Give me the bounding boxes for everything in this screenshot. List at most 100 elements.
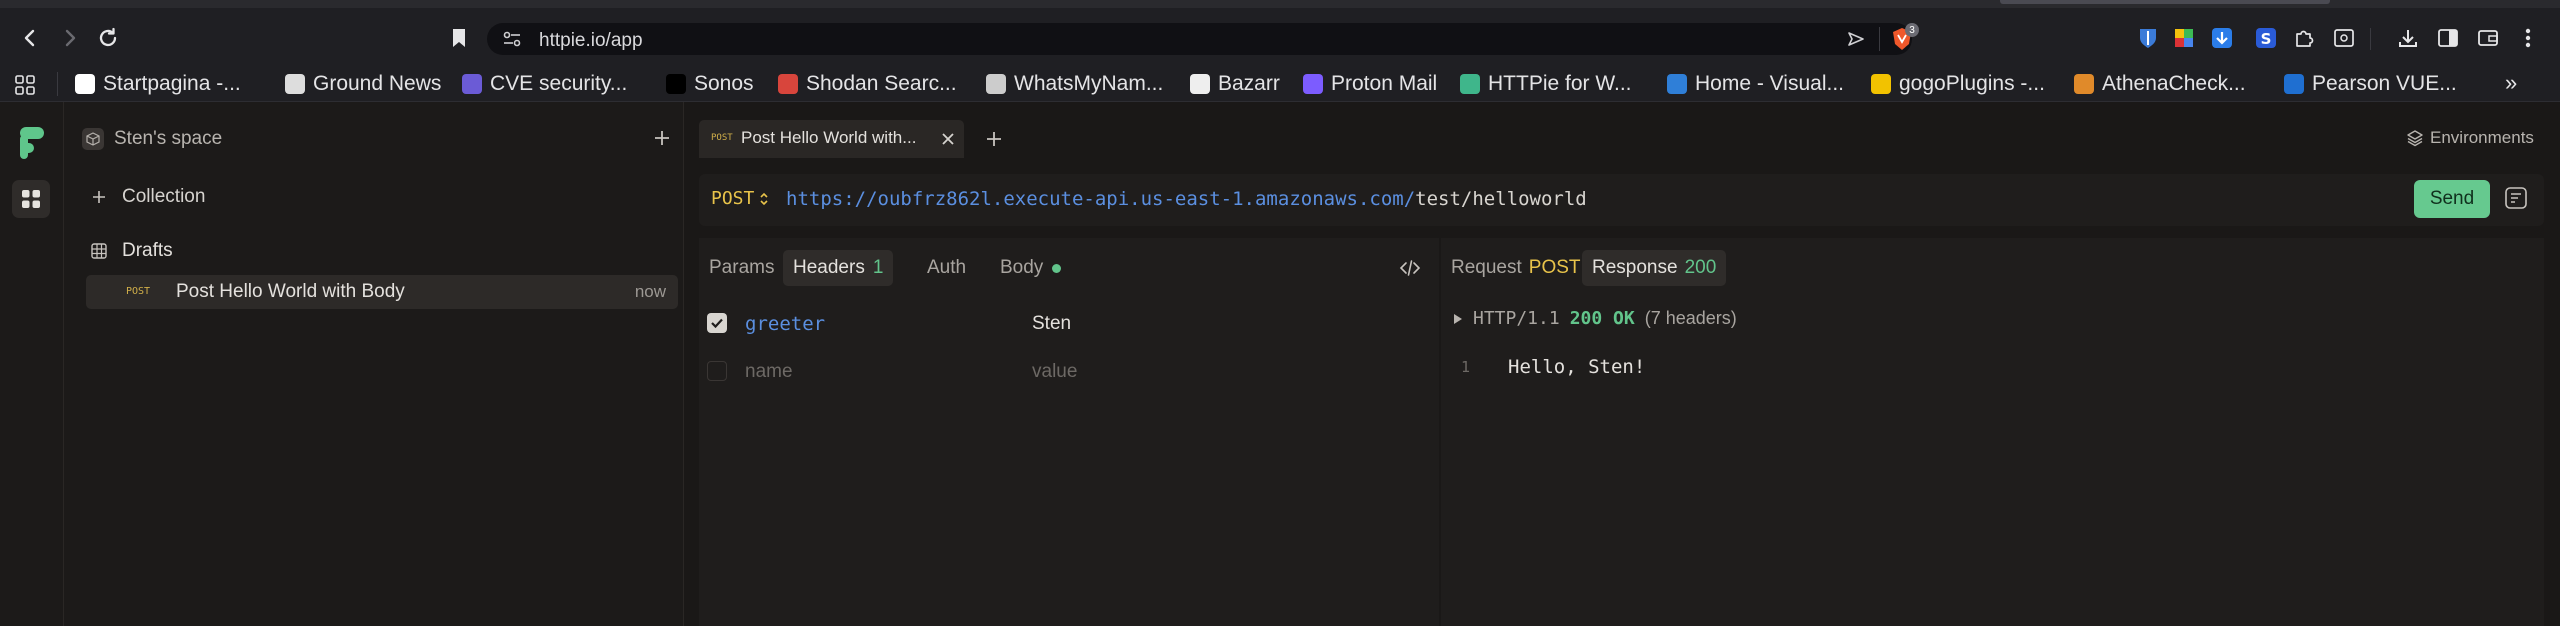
- code-snippet-button[interactable]: [1399, 258, 1421, 283]
- drafts-folder[interactable]: Drafts: [90, 240, 173, 262]
- bookmark-item[interactable]: HTTPie for W...: [1460, 71, 1632, 97]
- forward-button[interactable]: [56, 24, 84, 52]
- check-icon: [711, 318, 723, 329]
- request-tab[interactable]: POST Post Hello World with...: [699, 120, 964, 158]
- add-item-button[interactable]: [652, 128, 672, 153]
- tab-auth[interactable]: Auth: [917, 250, 976, 286]
- send-button[interactable]: Send: [2414, 180, 2490, 218]
- brave-shields-badge: 3: [1905, 23, 1919, 37]
- tab-body[interactable]: Body: [990, 250, 1071, 286]
- bitwarden-icon[interactable]: [2136, 26, 2160, 50]
- httpie-logo-icon[interactable]: [16, 126, 46, 165]
- main-panel: POST Post Hello World with... Environmen…: [684, 102, 2560, 626]
- svg-text:S: S: [2261, 30, 2272, 48]
- download-extension-icon[interactable]: [2210, 26, 2234, 50]
- bookmark-item[interactable]: Home - Visual...: [1667, 71, 1844, 97]
- response-status-line[interactable]: HTTP/1.1 200 OK (7 headers): [1453, 308, 1737, 329]
- bookmark-item[interactable]: Pearson VUE...: [2284, 71, 2457, 97]
- headers-count-badge: 1: [872, 257, 884, 278]
- bookmark-item[interactable]: CVE security...: [462, 71, 627, 97]
- back-button[interactable]: [16, 24, 44, 52]
- tab-response-status: 200: [1684, 257, 1717, 278]
- reader-mode-icon[interactable]: [2332, 26, 2356, 50]
- active-browser-tab[interactable]: [2000, 0, 2330, 4]
- header-enabled-checkbox[interactable]: [707, 313, 727, 333]
- menu-icon[interactable]: [2516, 26, 2540, 50]
- apps-grid-icon[interactable]: [14, 74, 36, 101]
- proton-mail-icon: [1303, 74, 1323, 94]
- collection-label: Collection: [122, 186, 206, 207]
- bookmark-label: AthenaCheck...: [2102, 72, 2246, 95]
- bookmark-item[interactable]: Proton Mail: [1303, 71, 1437, 97]
- bookmark-button[interactable]: [445, 24, 473, 52]
- bookmarks-overflow-button[interactable]: »: [2505, 70, 2517, 96]
- plus-icon: [93, 191, 105, 203]
- wallet-icon[interactable]: [2476, 26, 2500, 50]
- grid-icon: [22, 190, 40, 208]
- new-collection-button[interactable]: Collection: [90, 186, 205, 208]
- draft-item[interactable]: POST Post Hello World with Body now: [86, 275, 678, 309]
- body-indicator-dot: [1052, 263, 1062, 273]
- extensions-puzzle-icon[interactable]: [2292, 26, 2316, 50]
- new-tab-button[interactable]: [984, 129, 1004, 154]
- bookmark-item[interactable]: Sonos: [666, 71, 754, 97]
- tab-headers-label: Headers: [793, 257, 865, 278]
- tab-auth-label: Auth: [927, 257, 967, 278]
- bookmark-item[interactable]: gogoPlugins -...: [1871, 71, 2045, 97]
- visual-studio-icon: [1667, 74, 1687, 94]
- draft-item-time: now: [634, 282, 666, 301]
- bookmark-item[interactable]: Startpagina -...: [75, 71, 241, 97]
- bookmark-label: Bazarr: [1218, 72, 1280, 95]
- bookmark-label: WhatsMyNam...: [1014, 72, 1164, 95]
- header-name-field[interactable]: greeter: [745, 313, 825, 335]
- url-input[interactable]: https://oubfrz862l.execute-api.us-east-1…: [786, 188, 1587, 210]
- bookmark-item[interactable]: AthenaCheck...: [2074, 71, 2246, 97]
- close-tab-icon[interactable]: [941, 132, 955, 146]
- bookmark-item[interactable]: Shodan Searc...: [778, 71, 957, 97]
- request-panel: Params Headers 1 Auth Body greeter Sten …: [699, 238, 1439, 626]
- tab-response-label: Response: [1592, 257, 1678, 278]
- bookmark-label: CVE security...: [490, 72, 628, 95]
- athena-icon: [2074, 74, 2094, 94]
- drafts-grid-icon: [91, 243, 107, 259]
- new-header-checkbox[interactable]: [707, 361, 727, 381]
- line-number: 1: [1461, 358, 1471, 376]
- gogoplugins-icon: [1871, 74, 1891, 94]
- new-header-name-input[interactable]: name: [745, 361, 793, 383]
- bookmark-label: Ground News: [313, 72, 442, 95]
- browser-toolbar: httpie.io/app 3 S: [0, 8, 2560, 66]
- environments-button[interactable]: Environments: [2406, 128, 2534, 148]
- url-text[interactable]: httpie.io/app: [539, 30, 643, 52]
- sidebar-toggle-icon[interactable]: [2436, 26, 2460, 50]
- reload-button[interactable]: [94, 24, 122, 52]
- workspace-grid-button[interactable]: [12, 180, 50, 218]
- header-value-field[interactable]: Sten: [1032, 313, 1071, 335]
- new-header-value-input[interactable]: value: [1032, 361, 1077, 383]
- bookmark-label: Shodan Searc...: [806, 72, 957, 95]
- tab-request-method: POST: [1528, 257, 1581, 278]
- share-icon[interactable]: [1847, 31, 1865, 47]
- address-bar[interactable]: httpie.io/app 3: [487, 23, 1919, 55]
- tab-request[interactable]: Request POST: [1441, 250, 1591, 286]
- url-base: https://oubfrz862l.execute-api.us-east-1…: [786, 188, 1416, 210]
- tab-params[interactable]: Params: [699, 250, 784, 286]
- bookmark-item[interactable]: Bazarr: [1190, 71, 1280, 97]
- extension-colorful-icon[interactable]: [2172, 26, 2196, 50]
- response-status: 200 OK: [1569, 308, 1635, 329]
- method-selector[interactable]: POST: [711, 188, 768, 209]
- bookmark-label: gogoPlugins -...: [1899, 72, 2045, 95]
- layers-icon: [2407, 130, 2423, 147]
- tab-headers[interactable]: Headers 1: [783, 250, 894, 286]
- space-selector[interactable]: Sten's space: [82, 128, 222, 150]
- draft-item-name: Post Hello World with Body: [176, 281, 405, 302]
- tab-body-label: Body: [1000, 257, 1044, 278]
- bookmark-item[interactable]: Ground News: [285, 71, 441, 97]
- bookmark-item[interactable]: WhatsMyNam...: [986, 71, 1163, 97]
- stylus-extension-icon[interactable]: S: [2254, 26, 2278, 50]
- bookmark-label: Proton Mail: [1331, 72, 1438, 95]
- downloads-icon[interactable]: [2396, 26, 2420, 50]
- request-options-button[interactable]: [2504, 186, 2528, 215]
- request-tab-method: POST: [711, 133, 733, 143]
- site-settings-icon[interactable]: [503, 31, 521, 47]
- tab-response[interactable]: Response 200: [1582, 250, 1727, 286]
